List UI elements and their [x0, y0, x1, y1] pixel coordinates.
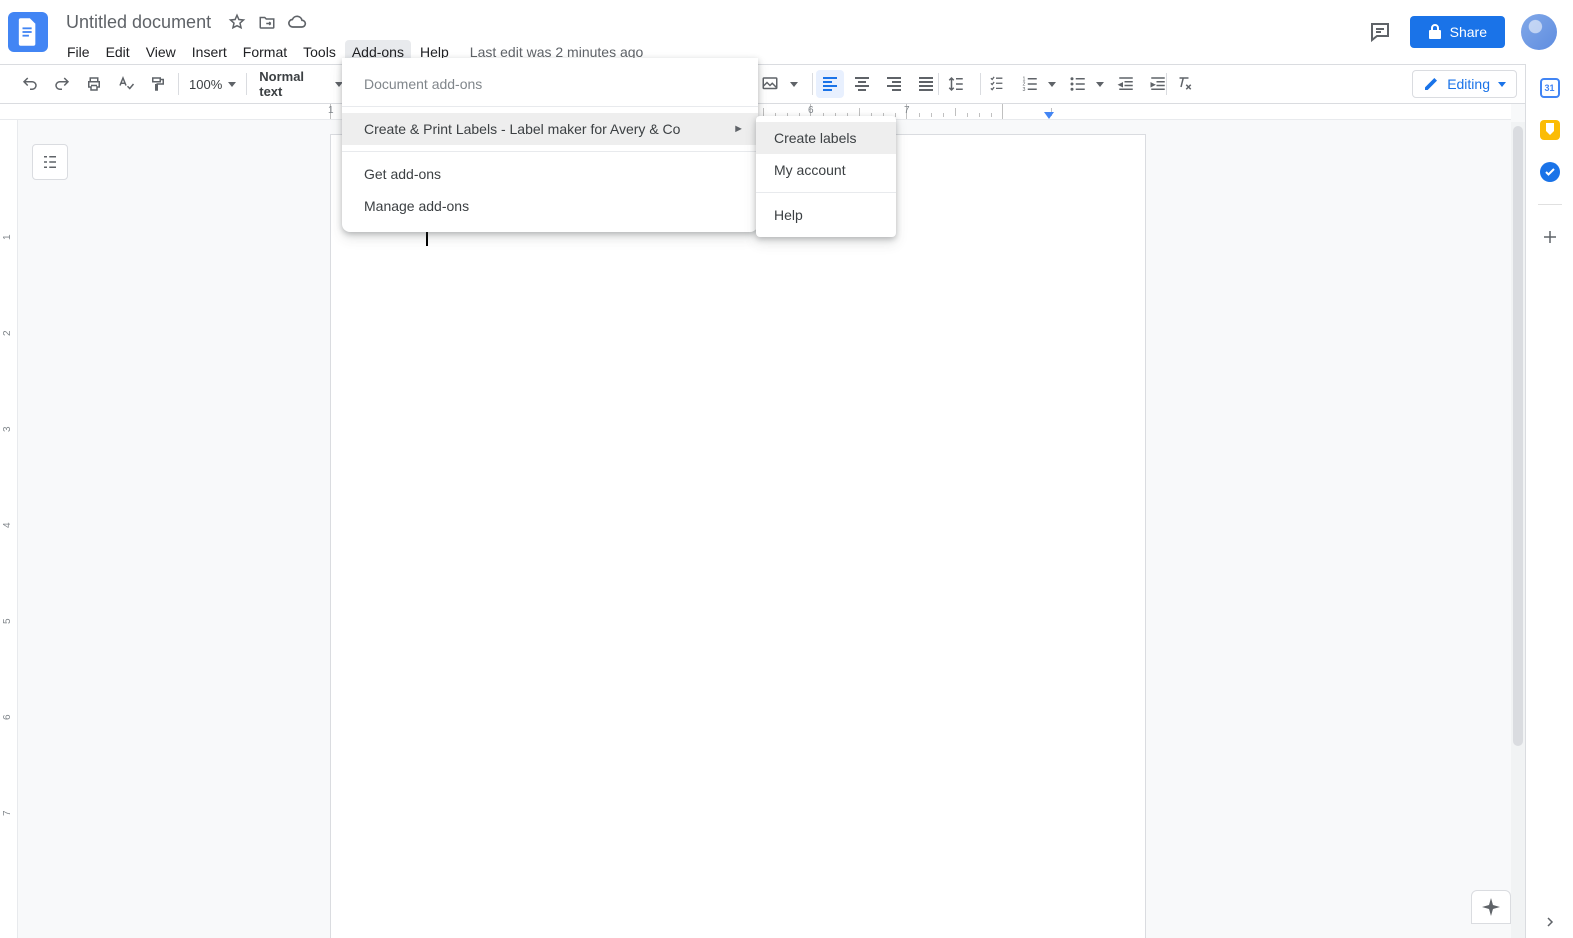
toolbar-separator: [1166, 73, 1167, 95]
explore-icon: [1482, 898, 1500, 916]
share-button[interactable]: Share: [1410, 16, 1505, 48]
menu-file[interactable]: File: [60, 40, 97, 64]
chevron-down-icon: [228, 82, 236, 87]
keep-icon[interactable]: [1540, 120, 1560, 140]
dropdown-header: Document add-ons: [342, 68, 758, 100]
vertical-ruler[interactable]: 1 2 3 4 5 6 7: [0, 120, 18, 938]
submenu-help-item[interactable]: Help: [756, 199, 896, 231]
undo-icon[interactable]: [16, 70, 44, 98]
zoom-select[interactable]: 100%: [185, 77, 240, 92]
paragraph-style-select[interactable]: Normal text: [253, 69, 349, 99]
toolbar: 100% Normal text 123 Editing: [0, 64, 1573, 104]
toolbar-separator: [246, 73, 247, 95]
title-right: Share: [1366, 14, 1557, 50]
ruler-tick-label: 7: [904, 105, 910, 116]
chevron-down-icon[interactable]: [790, 82, 798, 87]
side-panel: [1525, 64, 1573, 938]
lock-icon: [1428, 24, 1442, 40]
title-row: Untitled document: [60, 8, 1366, 36]
numbered-list-icon[interactable]: 123: [1016, 70, 1044, 98]
align-right-icon[interactable]: [880, 70, 908, 98]
editing-mode-button[interactable]: Editing: [1412, 70, 1517, 98]
toolbar-separator: [178, 73, 179, 95]
align-justify-icon[interactable]: [912, 70, 940, 98]
align-left-icon[interactable]: [816, 70, 844, 98]
scrollbar-thumb[interactable]: [1513, 126, 1523, 746]
ruler-tick-label: 1: [328, 105, 334, 116]
hide-sidepanel-icon[interactable]: [1544, 916, 1556, 928]
addons-dropdown: Document add-ons Create & Print Labels -…: [342, 58, 758, 232]
document-page[interactable]: [330, 134, 1146, 938]
increase-indent-icon[interactable]: [1144, 70, 1172, 98]
toolbar-separator: [938, 73, 939, 95]
comment-history-icon[interactable]: [1366, 18, 1394, 46]
manage-addons-item[interactable]: Manage add-ons: [342, 190, 758, 222]
get-addons-plus-icon[interactable]: [1540, 227, 1560, 247]
toolbar-separator: [980, 73, 981, 95]
text-cursor: [426, 230, 428, 246]
document-outline-toggle[interactable]: [32, 144, 68, 180]
menu-tools[interactable]: Tools: [296, 40, 343, 64]
submenu-arrow-icon: ►: [733, 123, 744, 135]
chevron-down-icon: [1498, 82, 1506, 87]
menu-edit[interactable]: Edit: [99, 40, 137, 64]
right-margin-marker-icon[interactable]: [1044, 112, 1054, 119]
editing-mode-label: Editing: [1447, 76, 1490, 92]
tasks-icon[interactable]: [1540, 162, 1560, 182]
redo-icon[interactable]: [48, 70, 76, 98]
paint-format-icon[interactable]: [144, 70, 172, 98]
paragraph-style-value: Normal text: [259, 69, 325, 99]
get-addons-item[interactable]: Get add-ons: [342, 158, 758, 190]
dropdown-divider: [756, 192, 896, 193]
addon-labelmaker-label: Create & Print Labels - Label maker for …: [364, 121, 680, 137]
titlebar: Untitled document File Edit View Insert …: [0, 0, 1573, 64]
print-icon[interactable]: [80, 70, 108, 98]
pencil-icon: [1423, 76, 1439, 92]
svg-text:3: 3: [1023, 87, 1026, 93]
dropdown-divider: [342, 151, 758, 152]
dropdown-divider: [342, 106, 758, 107]
move-icon[interactable]: [257, 12, 277, 32]
addon-labelmaker-item[interactable]: Create & Print Labels - Label maker for …: [342, 113, 758, 145]
my-account-item[interactable]: My account: [756, 154, 896, 186]
toolbar-separator: [812, 73, 813, 95]
star-icon[interactable]: [227, 12, 247, 32]
align-center-icon[interactable]: [848, 70, 876, 98]
menu-format[interactable]: Format: [236, 40, 294, 64]
checklist-icon[interactable]: [984, 70, 1012, 98]
document-title-input[interactable]: Untitled document: [60, 10, 217, 35]
line-spacing-icon[interactable]: [942, 70, 970, 98]
menu-insert[interactable]: Insert: [185, 40, 234, 64]
explore-button[interactable]: [1471, 890, 1511, 924]
create-labels-item[interactable]: Create labels: [756, 122, 896, 154]
ruler-tick-label: 6: [808, 105, 814, 116]
insert-image-icon[interactable]: [756, 70, 784, 98]
share-button-label: Share: [1450, 24, 1487, 40]
avatar[interactable]: [1521, 14, 1557, 50]
bulleted-list-icon[interactable]: [1064, 70, 1092, 98]
document-icon: [17, 18, 39, 46]
labelmaker-submenu: Create labels My account Help: [756, 116, 896, 237]
menu-view[interactable]: View: [139, 40, 183, 64]
zoom-value: 100%: [189, 77, 222, 92]
spellcheck-icon[interactable]: [112, 70, 140, 98]
chevron-down-icon[interactable]: [1048, 82, 1056, 87]
calendar-icon[interactable]: [1540, 78, 1560, 98]
vertical-scrollbar[interactable]: [1511, 122, 1525, 938]
docs-home-icon[interactable]: [8, 12, 48, 52]
chevron-down-icon[interactable]: [1096, 82, 1104, 87]
decrease-indent-icon[interactable]: [1112, 70, 1140, 98]
cloud-status-icon[interactable]: [287, 12, 307, 32]
sidepanel-divider: [1538, 204, 1562, 205]
clear-formatting-icon[interactable]: [1170, 70, 1198, 98]
